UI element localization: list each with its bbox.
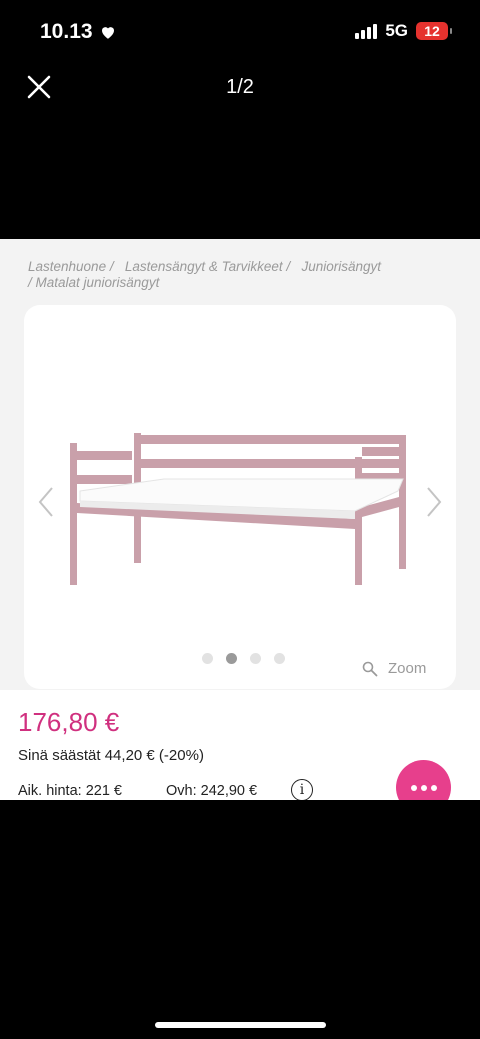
viewer-header: 1/2	[0, 64, 480, 108]
network-type: 5G	[385, 21, 408, 40]
breadcrumb: Lastenhuone / Lastensängyt & Tarvikkeet …	[28, 259, 468, 291]
carousel-dot-active[interactable]	[226, 653, 237, 664]
bed-image	[70, 433, 406, 585]
previous-price: Aik. hinta: 221 €	[18, 783, 122, 799]
signal-icon	[355, 23, 378, 39]
product-price: 176,80 €	[18, 707, 120, 737]
product-image-card: Zoom	[24, 305, 456, 689]
info-icon[interactable]: i	[291, 779, 313, 800]
home-indicator[interactable]	[155, 1022, 326, 1028]
dot-icon	[430, 784, 437, 791]
image-counter: 1/2	[226, 76, 254, 98]
breadcrumb-item-juniorisangyt[interactable]: Juniorisängyt	[301, 259, 381, 274]
heart-icon	[101, 27, 114, 39]
more-options-button[interactable]	[396, 760, 451, 800]
status-bar: 10.13 5G 12	[0, 0, 480, 64]
clock: 10.13	[40, 20, 117, 44]
product-screenshot: Lastenhuone / Lastensängyt & Tarvikkeet …	[0, 239, 480, 800]
breadcrumb-item-lastenhuone[interactable]: Lastenhuone /	[28, 259, 114, 274]
carousel-dots	[202, 653, 285, 664]
dot-icon	[410, 784, 417, 791]
carousel-dot[interactable]	[250, 653, 261, 664]
chevron-left-icon[interactable]	[36, 485, 56, 519]
clock-time: 10.13	[40, 20, 93, 43]
savings-text: Sinä säästät 44,20 € (-20%)	[18, 747, 204, 764]
carousel-dot[interactable]	[202, 653, 213, 664]
dot-icon	[420, 784, 427, 791]
battery-level: 12	[424, 23, 440, 39]
carousel-dot[interactable]	[274, 653, 285, 664]
status-icons: 5G 12	[355, 21, 452, 41]
magnifier-icon	[362, 661, 378, 676]
zoom-label: Zoom	[388, 660, 427, 677]
zoom-button[interactable]: Zoom	[362, 660, 426, 677]
rrp-price: Ovh: 242,90 €	[166, 783, 258, 799]
chevron-right-icon[interactable]	[424, 485, 444, 519]
breadcrumb-item-matalat[interactable]: / Matalat juniorisängyt	[28, 275, 159, 290]
battery-icon: 12	[416, 22, 452, 40]
price-panel: 176,80 € Sinä säästät 44,20 € (-20%) Aik…	[0, 690, 480, 800]
breadcrumb-item-lastensangyt[interactable]: Lastensängyt & Tarvikkeet /	[125, 259, 290, 274]
